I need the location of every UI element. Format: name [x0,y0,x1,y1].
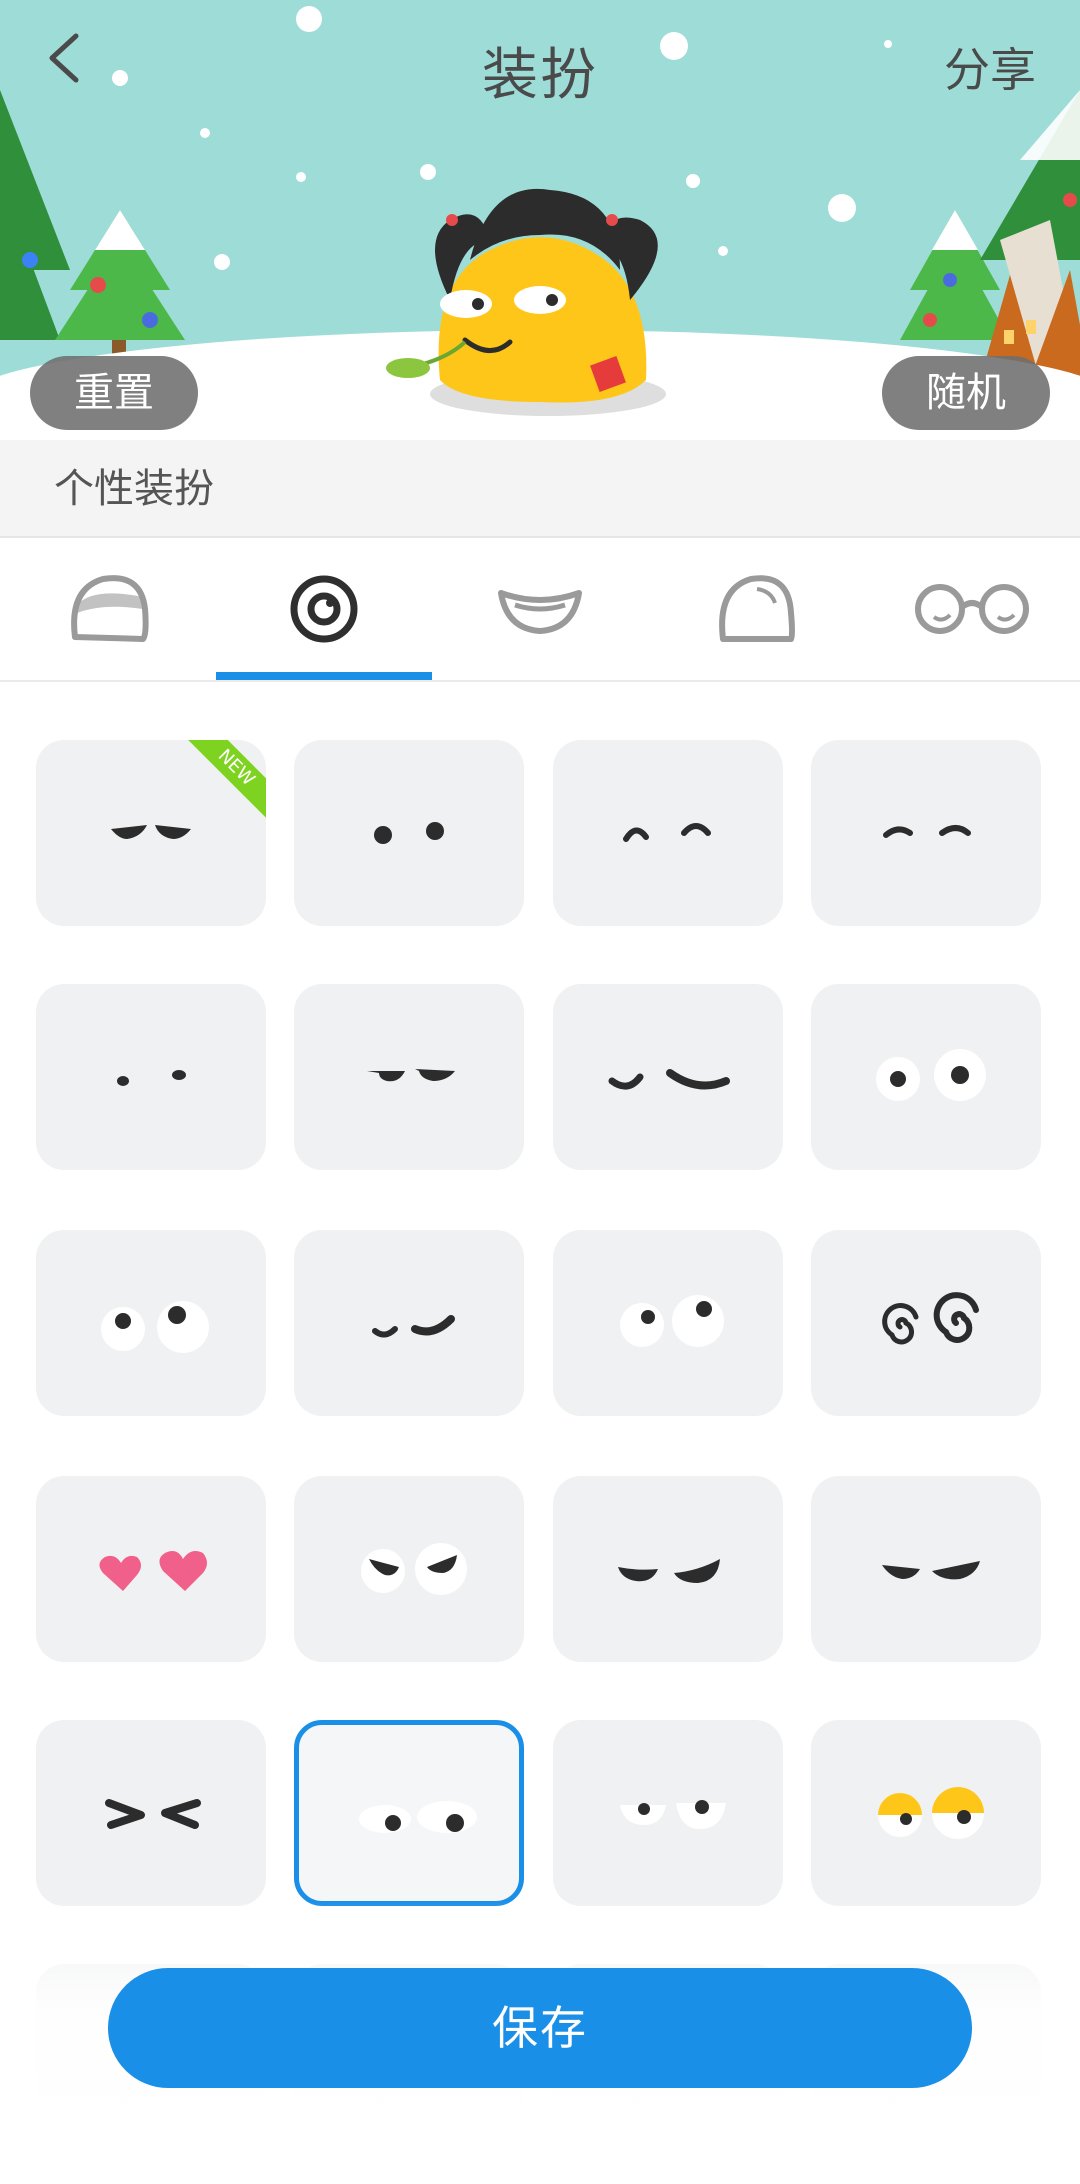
eyes-option-flat-bored[interactable] [294,984,524,1170]
eyes-option-sleepy-curves[interactable] [553,984,783,1170]
share-button[interactable]: 分享 [944,34,1036,100]
eyes-option-half-closed[interactable] [553,1476,783,1662]
eyes-yellow-lids-icon [878,1787,984,1839]
eyes-round-white-icon [876,1049,986,1101]
eyes-looking-down-icon [359,1801,477,1833]
snowflake [718,246,728,256]
eyes-icon [290,575,358,643]
snowflake [200,128,210,138]
reset-button[interactable]: 重置 [30,356,198,430]
header-scene: 装扮 分享 重置 随机 [0,0,1080,440]
tab-body-shape[interactable] [648,538,864,680]
eyes-option-relaxed-arcs[interactable] [811,740,1041,926]
mouth-icon [498,590,582,634]
eyes-option-round-white[interactable] [811,984,1041,1170]
eyes-dots-icon [374,822,444,844]
eyes-happy-arcs-icon [623,823,711,842]
eyes-option-squint[interactable] [36,1720,266,1906]
eyes-sleepy-curves-icon [608,1069,730,1090]
body-shape-icon [719,575,795,642]
eyes-annoyed-icon [882,1561,980,1580]
page-title: 装扮 [482,43,598,108]
eyes-wink-smile-icon [372,1315,455,1338]
eyes-dizzy-spirals-icon [882,1292,979,1345]
eyes-option-annoyed[interactable] [811,1476,1041,1662]
eyes-option-hearts[interactable] [36,1476,266,1662]
random-button[interactable]: 随机 [882,356,1050,430]
section-title: 个性装扮 [0,440,1080,538]
eyes-looking-up-icon [101,1301,209,1353]
tab-glasses[interactable] [864,538,1080,680]
eyes-option-suspicious[interactable] [294,1476,524,1662]
head-shape-icon [71,575,149,642]
eyes-option-looking-up[interactable] [36,1230,266,1416]
snowflake [214,254,230,270]
eyes-sleepy-white-icon [620,1800,726,1829]
snowflake [828,194,856,222]
tab-eyes[interactable] [216,538,432,680]
eyes-option-dots[interactable] [294,740,524,926]
eyes-hearts-icon [99,1551,207,1591]
eyes-option-angry-brows[interactable]: NEW [36,740,266,926]
eyes-flat-bored-icon [367,1069,455,1082]
snowflake [296,6,322,32]
eyes-option-looking-down[interactable] [294,1720,524,1906]
eyes-squint-icon [105,1799,201,1829]
new-badge: NEW [186,740,266,820]
tab-mouth[interactable] [432,538,648,680]
eyes-half-closed-icon [618,1559,720,1583]
avatar [386,188,666,416]
save-button[interactable]: 保存 [108,1968,972,2088]
eyes-small-dots-icon [117,1070,186,1086]
eyes-relaxed-arcs-icon [883,825,971,838]
eyes-option-dizzy-spirals[interactable] [811,1230,1041,1416]
eyes-side-glance-icon [620,1295,724,1347]
eyes-suspicious-icon [361,1543,467,1595]
christmas-tree-icon [55,210,185,364]
tab-head-shape[interactable] [0,538,216,680]
snowflake [420,164,436,180]
eyes-option-small-dots[interactable] [36,984,266,1170]
eyes-option-wink-smile[interactable] [294,1230,524,1416]
eyes-option-sleepy-white[interactable] [553,1720,783,1906]
glasses-icon [915,584,1029,634]
eyes-option-yellow-lids[interactable] [811,1720,1041,1906]
category-tabs [0,538,1080,682]
eyes-option-happy-arcs[interactable] [553,740,783,926]
eyes-option-side-glance[interactable] [553,1230,783,1416]
snowflake [296,172,306,182]
